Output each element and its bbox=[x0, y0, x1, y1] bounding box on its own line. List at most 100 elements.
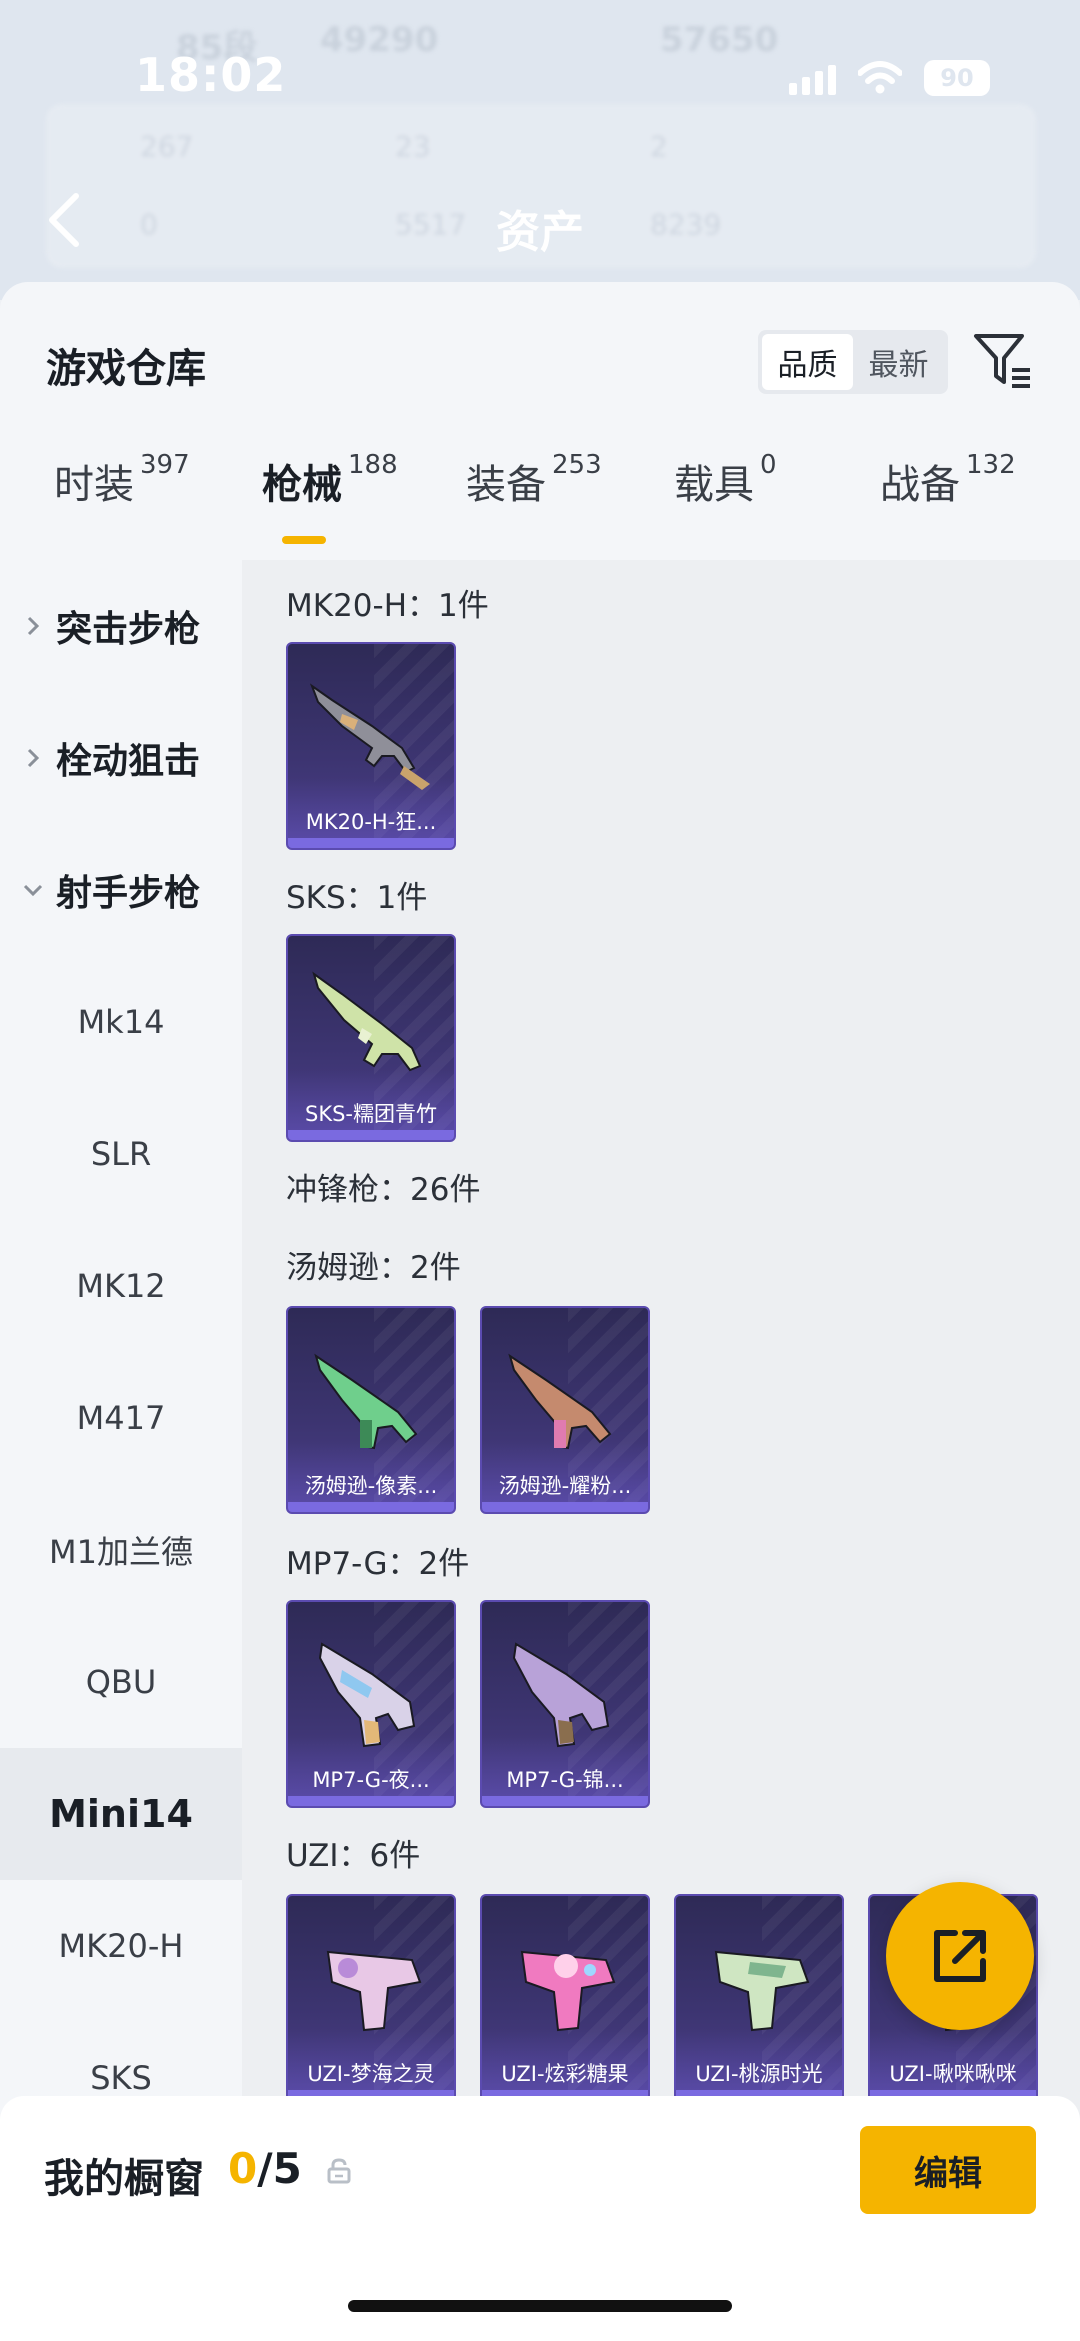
tab-guns[interactable]: 枪械 188 bbox=[262, 450, 398, 510]
smg-icon bbox=[314, 1353, 418, 1450]
header-background: 85段 49290 57650 267 23 2 0 5517 8239 18:… bbox=[0, 0, 1080, 300]
item-name: UZI-炫彩糖果 bbox=[501, 2062, 629, 2086]
score-text: 57650 bbox=[660, 20, 779, 60]
item-name: SKS-糯团青竹 bbox=[304, 1102, 437, 1126]
warehouse-sheet: 游戏仓库 品质 最新 时装 397 枪械 188 装备 253 载具 0 战备 … bbox=[0, 282, 1080, 2341]
section-label: MP7-G：2件 bbox=[286, 1546, 470, 1582]
item-name: UZI-啾咪啾咪 bbox=[889, 2062, 1017, 2086]
nav-item-m1-garand[interactable]: M1加兰德 bbox=[0, 1484, 242, 1616]
showcase-total: /5 bbox=[257, 2144, 302, 2193]
tab-label: 战备 bbox=[880, 462, 960, 508]
active-tab-indicator bbox=[282, 536, 326, 544]
item-grid: MK20-H：1件 MK20-H-狂... SKS：1件 SKS-糯团青竹 冲锋… bbox=[242, 560, 1080, 2341]
status-time: 18:02 bbox=[135, 48, 287, 102]
card-rarity-bar bbox=[288, 838, 454, 848]
tab-label: 载具 bbox=[674, 462, 754, 508]
nav-item-mk14[interactable]: Mk14 bbox=[0, 956, 242, 1088]
card-rarity-bar bbox=[288, 1796, 454, 1806]
nav-group-marksman-rifle[interactable]: 射手步枪 bbox=[0, 824, 242, 956]
tab-label: 时装 bbox=[54, 462, 134, 508]
chevron-down-icon bbox=[23, 884, 43, 897]
sheet-title: 游戏仓库 bbox=[46, 346, 206, 392]
tab-label: 枪械 bbox=[262, 462, 342, 508]
tab-equipment[interactable]: 装备 253 bbox=[466, 450, 602, 510]
nav-item-mk20h[interactable]: MK20-H bbox=[0, 1880, 242, 2012]
tab-count: 0 bbox=[760, 450, 777, 480]
smg-icon bbox=[512, 1642, 610, 1748]
tab-supplies[interactable]: 战备 132 bbox=[880, 450, 1016, 510]
tab-count: 397 bbox=[140, 450, 190, 480]
tab-count: 132 bbox=[966, 450, 1016, 480]
tab-count: 188 bbox=[348, 450, 398, 480]
item-name: MP7-G-夜... bbox=[312, 1768, 430, 1792]
app-root: 85段 49290 57650 267 23 2 0 5517 8239 18:… bbox=[0, 0, 1080, 2341]
tab-fashion[interactable]: 时装 397 bbox=[54, 450, 190, 510]
showcase-title: 我的橱窗 bbox=[44, 2156, 204, 2202]
home-indicator[interactable] bbox=[348, 2300, 732, 2312]
stat-text: 23 bbox=[395, 130, 431, 163]
item-card[interactable]: 汤姆逊-耀粉... bbox=[480, 1306, 650, 1514]
card-rarity-bar bbox=[482, 1796, 648, 1806]
stat-text: 2 bbox=[650, 130, 668, 163]
lock-icon bbox=[327, 2158, 351, 2184]
item-card[interactable]: SKS-糯团青竹 bbox=[286, 934, 456, 1142]
chevron-right-icon bbox=[27, 616, 40, 636]
card-rarity-bar bbox=[288, 1130, 454, 1140]
nav-item-m417[interactable]: M417 bbox=[0, 1352, 242, 1484]
item-card[interactable]: UZI-炫彩糖果 bbox=[480, 1894, 650, 2102]
sort-quality-button[interactable]: 品质 bbox=[762, 334, 853, 390]
section-label: SKS：1件 bbox=[286, 880, 428, 916]
item-card[interactable]: UZI-梦海之灵 bbox=[286, 1894, 456, 2102]
section-label: UZI：6件 bbox=[286, 1838, 421, 1874]
section-label: 冲锋枪：26件 bbox=[286, 1172, 481, 1208]
nav-item-slr[interactable]: SLR bbox=[0, 1088, 242, 1220]
signal-icon bbox=[789, 61, 836, 95]
nav-group-bolt-sniper[interactable]: 栓动狙击 bbox=[0, 692, 242, 824]
item-card[interactable]: MK20-H-狂... bbox=[286, 642, 456, 850]
showcase-count: 0/5 bbox=[228, 2144, 302, 2193]
share-button[interactable] bbox=[886, 1882, 1034, 2030]
pistol-icon bbox=[326, 1950, 422, 2032]
item-card[interactable]: 汤姆逊-像素... bbox=[286, 1306, 456, 1514]
filter-icon[interactable] bbox=[972, 330, 1034, 392]
nav-item-mk12[interactable]: MK12 bbox=[0, 1220, 242, 1352]
stat-text: 267 bbox=[140, 130, 194, 163]
item-name: UZI-桃源时光 bbox=[695, 2062, 823, 2086]
rifle-icon bbox=[309, 683, 430, 790]
category-tabs: 时装 397 枪械 188 装备 253 载具 0 战备 132 bbox=[0, 450, 1080, 542]
nav-item-qbu[interactable]: QBU bbox=[0, 1616, 242, 1748]
section-label: MK20-H：1件 bbox=[286, 588, 489, 624]
nav-label: 栓动狙击 bbox=[56, 741, 201, 782]
tab-label: 装备 bbox=[466, 462, 546, 508]
item-name: MP7-G-锦... bbox=[506, 1768, 624, 1792]
item-name: UZI-梦海之灵 bbox=[307, 2062, 435, 2086]
sort-newest-button[interactable]: 最新 bbox=[853, 334, 944, 390]
nav-label: 突击步枪 bbox=[56, 609, 201, 650]
coins-text: 49290 bbox=[320, 20, 439, 60]
pistol-icon bbox=[714, 1950, 810, 2032]
page-title: 资产 bbox=[496, 207, 584, 258]
item-card[interactable]: MP7-G-锦... bbox=[480, 1600, 650, 1808]
battery-icon: 90 bbox=[924, 60, 990, 96]
item-card[interactable]: UZI-桃源时光 bbox=[674, 1894, 844, 2102]
wifi-icon bbox=[858, 61, 902, 94]
rifle-icon bbox=[312, 971, 422, 1072]
tab-vehicles[interactable]: 载具 0 bbox=[674, 450, 777, 510]
item-name: MK20-H-狂... bbox=[305, 810, 437, 834]
smg-icon bbox=[318, 1642, 416, 1748]
card-rarity-bar bbox=[482, 1502, 648, 1512]
status-icons: 90 bbox=[789, 60, 990, 96]
sort-toggle: 品质 最新 bbox=[758, 330, 948, 394]
section-label: 汤姆逊：2件 bbox=[286, 1250, 461, 1286]
nav-item-mini14[interactable]: Mini14 bbox=[0, 1748, 242, 1880]
tab-count: 253 bbox=[552, 450, 602, 480]
item-card[interactable]: MP7-G-夜... bbox=[286, 1600, 456, 1808]
card-rarity-bar bbox=[288, 1502, 454, 1512]
share-external-icon bbox=[934, 1930, 986, 1982]
chevron-right-icon bbox=[27, 748, 40, 768]
nav-label: 射手步枪 bbox=[56, 873, 201, 914]
nav-group-assault-rifle[interactable]: 突击步枪 bbox=[0, 560, 242, 692]
edit-button[interactable]: 编辑 bbox=[860, 2126, 1036, 2214]
weapon-type-nav: 突击步枪 栓动狙击 射手步枪 Mk14 SLR MK12 M417 M1加兰德 … bbox=[0, 560, 242, 2341]
pistol-icon bbox=[520, 1950, 616, 2032]
